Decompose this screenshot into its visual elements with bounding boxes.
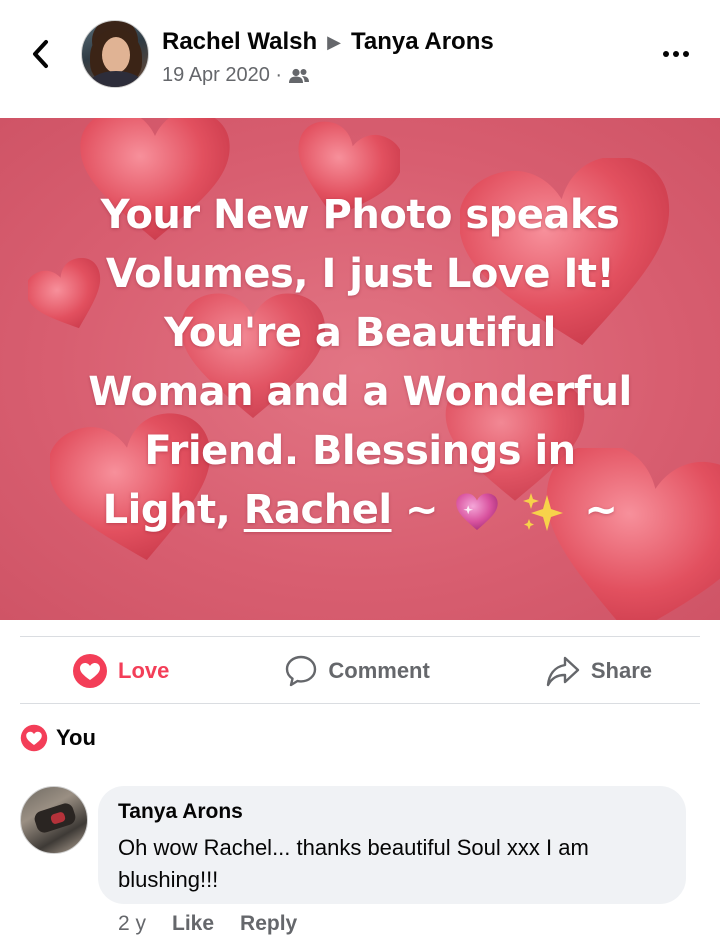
post-line: You're a Beautiful bbox=[164, 310, 556, 356]
target-name[interactable]: Tanya Arons bbox=[351, 28, 494, 56]
share-label: Share bbox=[590, 658, 652, 683]
more-dot-icon bbox=[683, 51, 689, 57]
reactions-summary[interactable]: You bbox=[20, 724, 96, 752]
friends-icon bbox=[289, 68, 310, 83]
comment-text: Oh wow Rachel... thanks beautiful Soul x… bbox=[118, 835, 589, 892]
comment-author[interactable]: Tanya Arons bbox=[118, 800, 666, 824]
divider bbox=[20, 636, 700, 637]
comment-label: Comment bbox=[328, 658, 430, 683]
more-dot-icon bbox=[673, 51, 679, 57]
author-name[interactable]: Rachel Walsh bbox=[162, 28, 317, 56]
comment-bubble[interactable]: Tanya Arons Oh wow Rachel... thanks beau… bbox=[98, 786, 686, 904]
love-reaction-icon bbox=[20, 724, 48, 752]
post-meta: 19 Apr 2020 · bbox=[162, 64, 310, 87]
mentioned-name-link[interactable]: Rachel bbox=[244, 487, 392, 533]
author-avatar[interactable] bbox=[81, 20, 149, 88]
post-line: Your New Photo speaks bbox=[100, 192, 620, 238]
love-button[interactable]: Love bbox=[20, 653, 209, 689]
post-line-prefix: Light, bbox=[102, 487, 244, 533]
comment-reply-button[interactable]: Reply bbox=[240, 912, 297, 936]
comment-time[interactable]: 2 y bbox=[118, 912, 146, 936]
tilde-text: ~ bbox=[584, 487, 618, 533]
post-line: Woman and a Wonderful bbox=[88, 369, 632, 415]
more-options-button[interactable] bbox=[656, 36, 696, 72]
sparkles-emoji-icon bbox=[522, 493, 563, 531]
love-reaction-icon bbox=[73, 654, 107, 688]
action-bar: Love Comment Share bbox=[20, 640, 700, 702]
chevron-left-icon bbox=[33, 40, 48, 68]
post-date[interactable]: 19 Apr 2020 · bbox=[162, 64, 282, 87]
post-author-line: Rachel Walsh ▶ Tanya Arons bbox=[162, 28, 494, 56]
comment-like-button[interactable]: Like bbox=[172, 912, 214, 936]
share-button[interactable]: Share bbox=[505, 654, 700, 688]
comment-icon bbox=[286, 655, 317, 687]
play-arrow-icon: ▶ bbox=[327, 31, 341, 52]
more-dot-icon bbox=[663, 51, 669, 57]
post-image[interactable]: Your New Photo speaks Volumes, I just Lo… bbox=[0, 118, 720, 620]
commenter-avatar[interactable] bbox=[20, 786, 88, 854]
post-message: Your New Photo speaks Volumes, I just Lo… bbox=[40, 186, 680, 540]
divider bbox=[20, 703, 700, 704]
comment-button[interactable]: Comment bbox=[244, 654, 469, 688]
tilde-text: ~ bbox=[404, 487, 439, 533]
post-line-last: Light, Rachel ~ ~ bbox=[40, 481, 680, 540]
post-header: Rachel Walsh ▶ Tanya Arons 19 Apr 2020 · bbox=[0, 0, 720, 118]
share-icon bbox=[546, 656, 580, 687]
back-button[interactable] bbox=[24, 34, 56, 74]
post-line: Friend. Blessings in bbox=[144, 428, 576, 474]
reactions-label: You bbox=[56, 725, 96, 750]
sparkling-heart-emoji-icon bbox=[456, 493, 499, 531]
post-line: Volumes, I just Love It! bbox=[105, 251, 615, 297]
comment-actions: 2 y Like Reply bbox=[118, 912, 297, 936]
love-label: Love bbox=[118, 658, 170, 683]
